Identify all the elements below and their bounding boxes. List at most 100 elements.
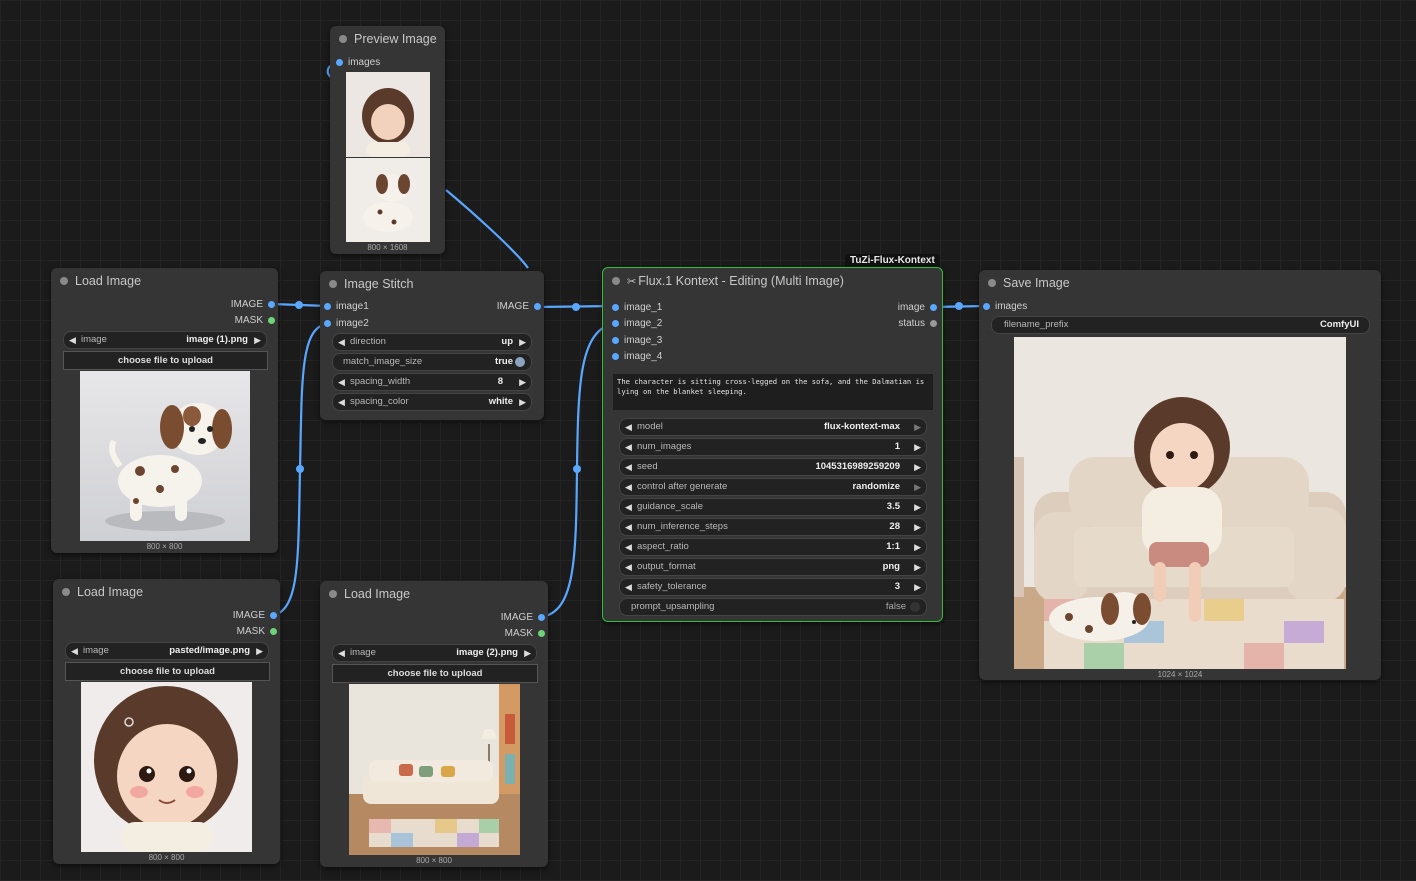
- control-after-generate-widget[interactable]: ◀ control after generate randomize ▶: [619, 478, 927, 496]
- seed-widget[interactable]: ◀ seed 1045316989259209 ▶: [619, 458, 927, 476]
- prev-arrow-icon[interactable]: ◀: [625, 439, 632, 455]
- image-selector[interactable]: ◀ image image (2).png ▶: [332, 644, 537, 662]
- input-image1[interactable]: image1: [324, 300, 369, 314]
- spacing-color-widget[interactable]: ◀ spacing_color white ▶: [332, 393, 532, 411]
- output-image[interactable]: IMAGE: [501, 611, 545, 625]
- next-arrow-icon[interactable]: ▶: [519, 334, 526, 350]
- input-images[interactable]: images: [336, 56, 380, 70]
- input-image-1[interactable]: image_1: [612, 301, 662, 315]
- node-title[interactable]: Save Image: [979, 270, 1381, 296]
- output-image[interactable]: IMAGE: [497, 300, 541, 314]
- prev-arrow-icon[interactable]: ◀: [625, 579, 632, 595]
- upload-button[interactable]: choose file to upload: [332, 664, 538, 683]
- saved-output-image: [1014, 337, 1346, 669]
- load-image-node-2[interactable]: Load Image IMAGE MASK ◀ image pasted/ima…: [53, 579, 280, 864]
- next-arrow-icon[interactable]: ▶: [914, 499, 921, 515]
- prompt-upsampling-toggle[interactable]: prompt_upsampling false: [619, 598, 927, 616]
- num-inference-steps-widget[interactable]: ◀ num_inference_steps 28 ▶: [619, 518, 927, 536]
- prev-arrow-icon[interactable]: ◀: [338, 645, 345, 661]
- image-size-caption: 800 × 1608: [367, 243, 408, 252]
- next-arrow-icon[interactable]: ▶: [914, 539, 921, 555]
- output-mask[interactable]: MASK: [235, 314, 275, 328]
- image-selector[interactable]: ◀ image pasted/image.png ▶: [65, 642, 269, 660]
- input-image-3[interactable]: image_3: [612, 334, 662, 348]
- next-arrow-icon[interactable]: ▶: [914, 439, 921, 455]
- prev-arrow-icon[interactable]: ◀: [625, 479, 632, 495]
- collapse-dot[interactable]: [60, 277, 68, 285]
- safety-tolerance-widget[interactable]: ◀ safety_tolerance 3 ▶: [619, 578, 927, 596]
- collapse-dot[interactable]: [339, 35, 347, 43]
- output-mask[interactable]: MASK: [237, 625, 277, 639]
- next-arrow-icon[interactable]: ▶: [914, 459, 921, 475]
- prev-arrow-icon[interactable]: ◀: [69, 332, 76, 348]
- prev-arrow-icon[interactable]: ◀: [338, 394, 345, 410]
- input-image2[interactable]: image2: [324, 317, 369, 331]
- prev-arrow-icon[interactable]: ◀: [625, 539, 632, 555]
- next-arrow-icon[interactable]: ▶: [254, 332, 261, 348]
- output-image[interactable]: IMAGE: [233, 609, 277, 623]
- output-image[interactable]: IMAGE: [231, 298, 275, 312]
- loaded-image: [81, 682, 252, 852]
- next-arrow-icon[interactable]: ▶: [914, 559, 921, 575]
- upload-button[interactable]: choose file to upload: [65, 662, 270, 681]
- load-image-node-3[interactable]: Load Image IMAGE MASK ◀ image image (2).…: [320, 581, 548, 867]
- image-selector[interactable]: ◀ image image (1).png ▶: [63, 331, 267, 349]
- group-badge: TuZi-Flux-Kontext: [845, 254, 940, 268]
- flux-icon: ✂: [627, 276, 637, 288]
- next-arrow-icon[interactable]: ▶: [256, 643, 263, 659]
- next-arrow-icon[interactable]: ▶: [914, 419, 921, 435]
- prev-arrow-icon[interactable]: ◀: [71, 643, 78, 659]
- next-arrow-icon[interactable]: ▶: [914, 519, 921, 535]
- upload-button[interactable]: choose file to upload: [63, 351, 268, 370]
- input-image-4[interactable]: image_4: [612, 350, 662, 364]
- save-image-node[interactable]: Save Image images filename_prefix ComfyU…: [979, 270, 1381, 680]
- preview-image-node[interactable]: Preview Image images 800 × 1608: [330, 26, 445, 254]
- next-arrow-icon[interactable]: ▶: [914, 579, 921, 595]
- next-arrow-icon[interactable]: ▶: [519, 374, 526, 390]
- node-title[interactable]: Load Image: [53, 579, 280, 605]
- flux-kontext-node[interactable]: ✂ Flux.1 Kontext - Editing (Multi Image) …: [602, 267, 943, 622]
- match-image-size-toggle[interactable]: match_image_size true: [332, 353, 532, 371]
- prev-arrow-icon[interactable]: ◀: [625, 519, 632, 535]
- aspect-ratio-widget[interactable]: ◀ aspect_ratio 1:1 ▶: [619, 538, 927, 556]
- collapse-dot[interactable]: [612, 277, 620, 285]
- filename-prefix-input[interactable]: filename_prefix ComfyUI: [991, 316, 1370, 334]
- preview-image: [346, 72, 430, 242]
- node-title[interactable]: Preview Image: [330, 26, 445, 52]
- node-title[interactable]: Image Stitch: [320, 271, 544, 297]
- node-title[interactable]: ✂ Flux.1 Kontext - Editing (Multi Image): [603, 268, 942, 294]
- input-images[interactable]: images: [983, 300, 1027, 314]
- prev-arrow-icon[interactable]: ◀: [625, 499, 632, 515]
- output-mask[interactable]: MASK: [505, 627, 545, 641]
- num-images-widget[interactable]: ◀ num_images 1 ▶: [619, 438, 927, 456]
- prev-arrow-icon[interactable]: ◀: [338, 334, 345, 350]
- prev-arrow-icon[interactable]: ◀: [625, 459, 632, 475]
- guidance-scale-widget[interactable]: ◀ guidance_scale 3.5 ▶: [619, 498, 927, 516]
- image-stitch-node[interactable]: Image Stitch image1 image2 IMAGE ◀ direc…: [320, 271, 544, 420]
- next-arrow-icon[interactable]: ▶: [914, 479, 921, 495]
- collapse-dot[interactable]: [329, 590, 337, 598]
- node-title[interactable]: Load Image: [51, 268, 278, 294]
- prev-arrow-icon[interactable]: ◀: [338, 374, 345, 390]
- loaded-image: [349, 684, 520, 855]
- output-image[interactable]: image: [898, 301, 937, 315]
- collapse-dot[interactable]: [62, 588, 70, 596]
- next-arrow-icon[interactable]: ▶: [524, 645, 531, 661]
- prev-arrow-icon[interactable]: ◀: [625, 559, 632, 575]
- image-size-caption: 800 × 800: [416, 856, 452, 865]
- output-status[interactable]: status: [898, 317, 937, 331]
- prev-arrow-icon[interactable]: ◀: [625, 419, 632, 435]
- next-arrow-icon[interactable]: ▶: [519, 394, 526, 410]
- collapse-dot[interactable]: [329, 280, 337, 288]
- toggle-knob-icon[interactable]: [515, 357, 525, 367]
- direction-widget[interactable]: ◀ direction up ▶: [332, 333, 532, 351]
- collapse-dot[interactable]: [988, 279, 996, 287]
- input-image-2[interactable]: image_2: [612, 317, 662, 331]
- toggle-knob-icon[interactable]: [910, 602, 920, 612]
- output-format-widget[interactable]: ◀ output_format png ▶: [619, 558, 927, 576]
- prompt-textarea[interactable]: The character is sitting cross-legged on…: [613, 374, 933, 410]
- model-widget[interactable]: ◀ model flux-kontext-max ▶: [619, 418, 927, 436]
- node-title[interactable]: Load Image: [320, 581, 548, 607]
- load-image-node-1[interactable]: Load Image IMAGE MASK ◀ image image (1).…: [51, 268, 278, 553]
- spacing-width-widget[interactable]: ◀ spacing_width 8 ▶: [332, 373, 532, 391]
